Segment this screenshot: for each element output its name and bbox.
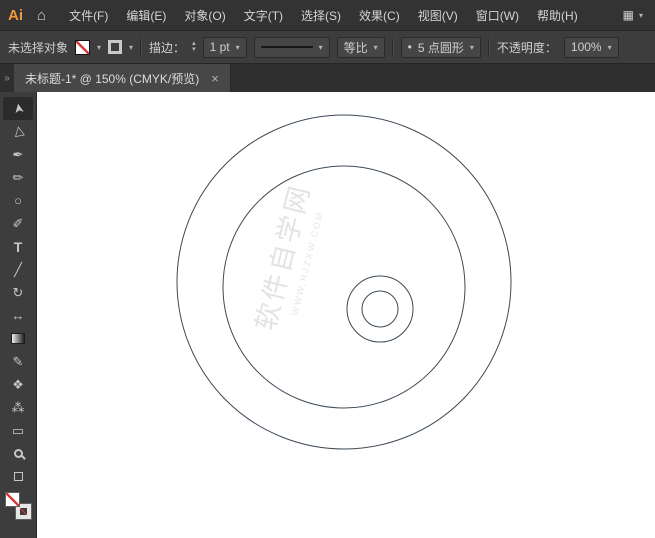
- opacity-value: 100%: [570, 40, 602, 54]
- stepper-down-icon[interactable]: ▾: [192, 46, 196, 53]
- draw-mode-button[interactable]: [3, 465, 33, 488]
- brush-definition-select[interactable]: • 5 点圆形 ▾: [400, 36, 481, 58]
- menu-item-type[interactable]: 文字(T): [235, 0, 292, 31]
- pen-nib-icon: ✒: [12, 147, 24, 162]
- width-tool[interactable]: ↔: [3, 304, 33, 327]
- stroke-weight-value: 1 pt: [209, 40, 230, 54]
- direct-selection-tool[interactable]: ▷: [3, 120, 33, 143]
- symbol-sprayer-icon: ⁂: [11, 400, 25, 415]
- direct-selection-arrow-icon: ▷: [9, 125, 27, 138]
- curvature-pen-icon: ✏: [12, 170, 24, 185]
- chevron-down-icon: ▾: [235, 42, 240, 52]
- document-tab-title: 未标题-1* @ 150% (CMYK/预览): [25, 71, 200, 86]
- paintbrush-tool[interactable]: ✐: [3, 212, 33, 235]
- type-tool[interactable]: T: [3, 235, 33, 258]
- fill-stroke-indicator[interactable]: [5, 492, 32, 520]
- menu-item-effect[interactable]: 效果(C): [350, 0, 409, 31]
- menu-item-file[interactable]: 文件(F): [60, 0, 117, 31]
- ellipse-icon: ○: [14, 193, 22, 208]
- curvature-tool[interactable]: ✏: [3, 166, 33, 189]
- width-profile-select[interactable]: 等比 ▾: [336, 36, 385, 58]
- menu-item-window[interactable]: 窗口(W): [467, 0, 528, 31]
- separator: [391, 38, 394, 56]
- zoom-tool[interactable]: [3, 442, 33, 465]
- paintbrush-icon: ✐: [12, 216, 24, 231]
- menu-item-edit[interactable]: 编辑(E): [117, 0, 175, 31]
- gradient-icon: [11, 333, 25, 344]
- stroke-chevron-down-icon[interactable]: ▾: [129, 43, 133, 52]
- document-tab[interactable]: 未标题-1* @ 150% (CMYK/预览) ×: [14, 64, 231, 92]
- artboard-icon: ▭: [11, 423, 25, 438]
- draw-normal-icon: [13, 472, 23, 481]
- selection-status: 未选择对象: [8, 40, 69, 55]
- type-icon: T: [13, 238, 23, 255]
- main-area: ➤ ▷ ✒ ✏ ○ ✐ T ╱ ↻ ↔ ✎ ❖ ⁂ ▭ 软件自学网 WWW.RJZXW.COM: [0, 92, 655, 538]
- concentric-circles-artwork: [176, 114, 512, 450]
- brush-name: 5 点圆形: [417, 40, 464, 55]
- blend-icon: ❖: [12, 377, 24, 392]
- stroke-style-select[interactable]: ▾: [253, 36, 330, 58]
- circle-outer[interactable]: [176, 114, 512, 450]
- brush-preview-dot: •: [407, 40, 412, 54]
- stroke-style-preview: [260, 46, 313, 48]
- menu-bar: Ai ⌂ 文件(F) 编辑(E) 对象(O) 文字(T) 选择(S) 效果(C) 视图(V)…: [0, 0, 655, 31]
- separator: [140, 38, 143, 56]
- fill-chevron-down-icon[interactable]: ▾: [97, 43, 101, 52]
- illustrator-logo[interactable]: Ai: [8, 7, 23, 24]
- width-profile-value: 等比: [343, 40, 368, 55]
- artboard-canvas[interactable]: 软件自学网 WWW.RJZXW.COM: [37, 92, 655, 538]
- chevron-down-icon: ▾: [607, 42, 612, 52]
- document-tab-bar: » 未标题-1* @ 150% (CMYK/预览) ×: [0, 64, 655, 92]
- rotate-tool[interactable]: ↻: [3, 281, 33, 304]
- menu-item-select[interactable]: 选择(S): [292, 0, 350, 31]
- menu-items: 文件(F) 编辑(E) 对象(O) 文字(T) 选择(S) 效果(C) 视图(V) 窗口(W)…: [60, 0, 587, 31]
- chevron-down-icon: ▾: [469, 42, 474, 52]
- tools-panel: ➤ ▷ ✒ ✏ ○ ✐ T ╱ ↻ ↔ ✎ ❖ ⁂ ▭: [0, 92, 37, 538]
- workspace-switcher[interactable]: ▦ ▾: [623, 8, 647, 22]
- pen-tool[interactable]: ✒: [3, 143, 33, 166]
- chevron-down-icon: ▾: [373, 42, 378, 52]
- stroke-color-swatch[interactable]: [108, 40, 123, 54]
- stroke-weight-label: 描边：: [149, 40, 186, 55]
- stroke-weight-select[interactable]: 1 pt ▾: [202, 36, 247, 58]
- blend-tool[interactable]: ❖: [3, 373, 33, 396]
- fill-none-swatch[interactable]: [5, 492, 20, 507]
- artboard-tool[interactable]: ▭: [3, 419, 33, 442]
- stroke-weight-stepper[interactable]: ▴ ▾: [192, 40, 196, 53]
- rotate-icon: ↻: [12, 285, 24, 300]
- home-icon[interactable]: ⌂: [37, 7, 46, 24]
- chevron-down-icon: ▾: [638, 10, 643, 20]
- line-segment-tool[interactable]: ╱: [3, 258, 33, 281]
- workspace-grid-icon: ▦: [622, 8, 634, 22]
- circle-hub-inner[interactable]: [361, 290, 399, 328]
- menu-item-object[interactable]: 对象(O): [175, 0, 234, 31]
- separator: [487, 38, 490, 56]
- opacity-label: 不透明度：: [496, 40, 557, 55]
- symbol-sprayer-tool[interactable]: ⁂: [3, 396, 33, 419]
- selection-arrow-icon: ➤: [9, 101, 27, 116]
- menu-item-view[interactable]: 视图(V): [409, 0, 467, 31]
- opacity-select[interactable]: 100% ▾: [563, 36, 619, 58]
- menu-item-help[interactable]: 帮助(H): [528, 0, 587, 31]
- panel-collapse-icon[interactable]: »: [0, 64, 14, 92]
- illustrator-window: Ai ⌂ 文件(F) 编辑(E) 对象(O) 文字(T) 选择(S) 效果(C) 视图(V)…: [0, 0, 655, 538]
- gradient-tool[interactable]: [3, 327, 33, 350]
- zoom-icon: [13, 449, 23, 458]
- tab-close-icon[interactable]: ×: [211, 71, 219, 86]
- eyedropper-icon: ✎: [12, 354, 24, 369]
- control-bar: 未选择对象 ▾ ▾ 描边： ▴ ▾ 1 pt ▾ ▾ 等比 ▾ • 5 点圆形 …: [0, 31, 655, 64]
- width-arrows-icon: ↔: [11, 308, 25, 323]
- ellipse-tool[interactable]: ○: [3, 189, 33, 212]
- circle-hub-outer[interactable]: [346, 275, 414, 343]
- selection-tool[interactable]: ➤: [3, 97, 33, 120]
- chevron-down-icon: ▾: [318, 42, 323, 52]
- line-icon: ╱: [14, 262, 22, 277]
- eyedropper-tool[interactable]: ✎: [3, 350, 33, 373]
- fill-color-swatch[interactable]: [75, 39, 91, 55]
- circle-middle[interactable]: [222, 165, 466, 409]
